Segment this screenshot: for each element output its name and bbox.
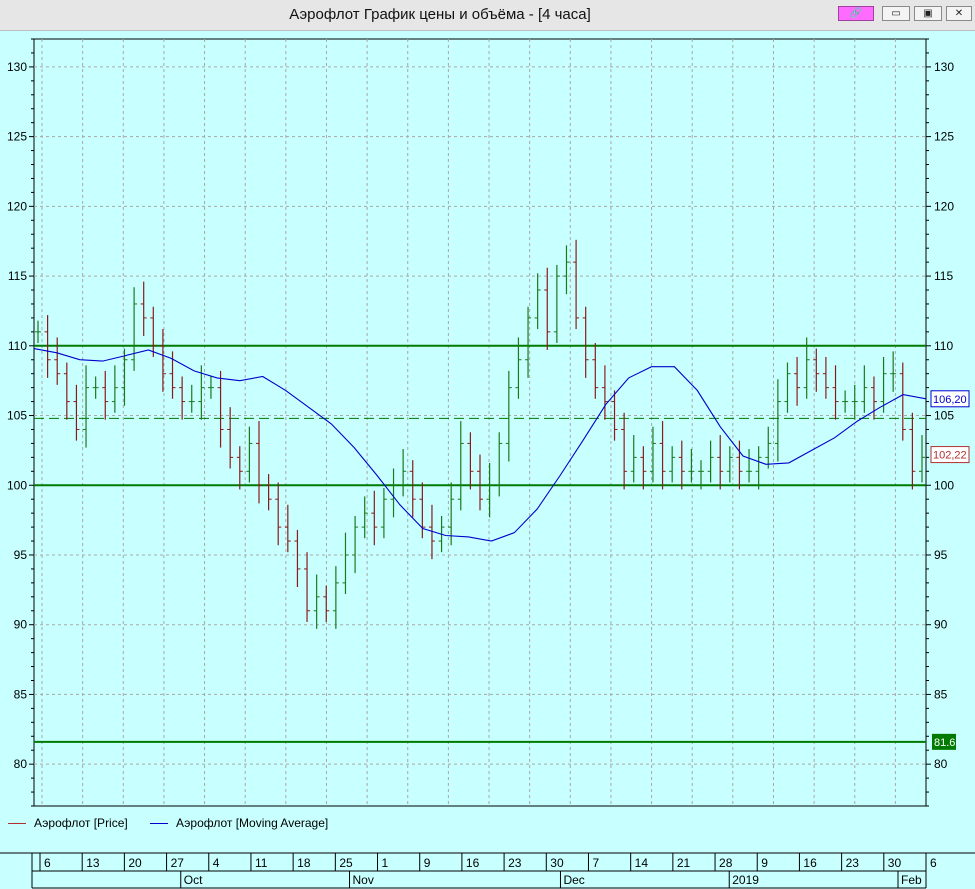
ma-line-swatch [150,823,168,825]
y-tick-label-left: 120 [7,199,27,213]
timeline-day-label: 9 [424,856,431,870]
close-button[interactable]: ✕ [946,6,972,21]
timeline-month-label: Nov [353,873,374,887]
timeline-day-label: 25 [339,856,353,870]
y-tick-label-right: 105 [934,409,954,423]
timeline-month-label: 2019 [732,873,759,887]
timeline-day-label: 16 [803,856,817,870]
price-chart[interactable]: 80 80 85 85 90 90 95 95 100 100 105 105 110 110 115 115… [0,31,975,811]
window-title: Аэрофлот График цены и объёма - [4 часа] [289,6,591,23]
plot-frame [33,38,927,807]
y-tick-label-right: 95 [934,548,948,562]
legend-item-price: Аэрофлот [Price] [8,816,128,830]
timeline-month-label: Feb [901,873,922,887]
timeline-day-label: 18 [297,856,311,870]
timeline-day-label: 7 [592,856,599,870]
y-tick-label-right: 115 [934,269,953,283]
y-tick-label-right: 125 [934,130,954,144]
timeline-day-label: 27 [171,856,185,870]
legend-item-ma: Аэрофлот [Moving Average] [150,816,328,830]
timeline-day-label: 11 [255,856,268,870]
timeline-day-label: 23 [846,856,860,870]
timeline-day-label: 1 [382,856,389,870]
ma-last-value: 106,20 [933,394,967,406]
timeline-day-label: 23 [508,856,522,870]
timeline-day-label: 30 [550,856,564,870]
moving-average-line [33,348,927,542]
price-last-value: 102,22 [933,450,967,462]
y-tick-label-left: 125 [7,130,27,144]
y-tick-label-left: 95 [14,548,28,562]
y-tick-label-right: 110 [934,339,953,353]
level-label: 81.6 [934,737,955,749]
pin-button[interactable]: 🔗 [838,6,874,21]
y-tick-label-left: 100 [7,478,27,492]
timeline-day-label: 20 [128,856,142,870]
y-tick-label-left: 85 [14,687,28,701]
y-tick-label-right: 90 [934,618,948,632]
timeline-day-label: 16 [466,856,480,870]
chart-legend: Аэрофлот [Price] Аэрофлот [Moving Averag… [0,812,975,834]
y-tick-label-left: 130 [7,60,27,74]
y-tick-label-left: 115 [8,269,27,283]
title-bar: Аэрофлот График цены и объёма - [4 часа]… [0,0,975,31]
timeline-day-label: 28 [719,856,733,870]
legend-ma-label: Аэрофлот [Moving Average] [176,816,329,830]
timeline-day-label: 14 [635,856,649,870]
timeline-day-label: 6 [930,856,937,870]
timeline-day-label: 4 [213,856,220,870]
timeline-day-label: 13 [86,856,100,870]
maximize-button[interactable]: ▣ [914,6,942,21]
y-tick-label-left: 110 [8,339,27,353]
timeline-day-label: 9 [761,856,768,870]
y-tick-label-right: 120 [934,199,954,213]
y-tick-label-left: 105 [7,409,27,423]
y-tick-label-right: 100 [934,478,954,492]
time-axis-bar[interactable]: 6 13 20 27 4 11 18 25 1 9 16 23 30 7 14 21 28 9 16 23 30 6 Oct… [0,852,975,889]
timeline-day-label: 21 [677,856,691,870]
timeline-day-label: 30 [888,856,902,870]
minimize-button[interactable]: ▭ [882,6,910,21]
legend-price-label: Аэрофлот [Price] [34,816,128,830]
y-tick-label-right: 85 [934,687,948,701]
price-line-swatch [8,823,26,825]
y-tick-label-left: 80 [14,757,28,771]
timeline-month-label: Dec [563,873,584,887]
timeline-day-label: 6 [44,856,51,870]
y-tick-label-right: 80 [934,757,948,771]
timeline-month-label: Oct [184,873,203,887]
y-tick-label-left: 90 [14,618,28,632]
y-tick-label-right: 130 [934,60,954,74]
